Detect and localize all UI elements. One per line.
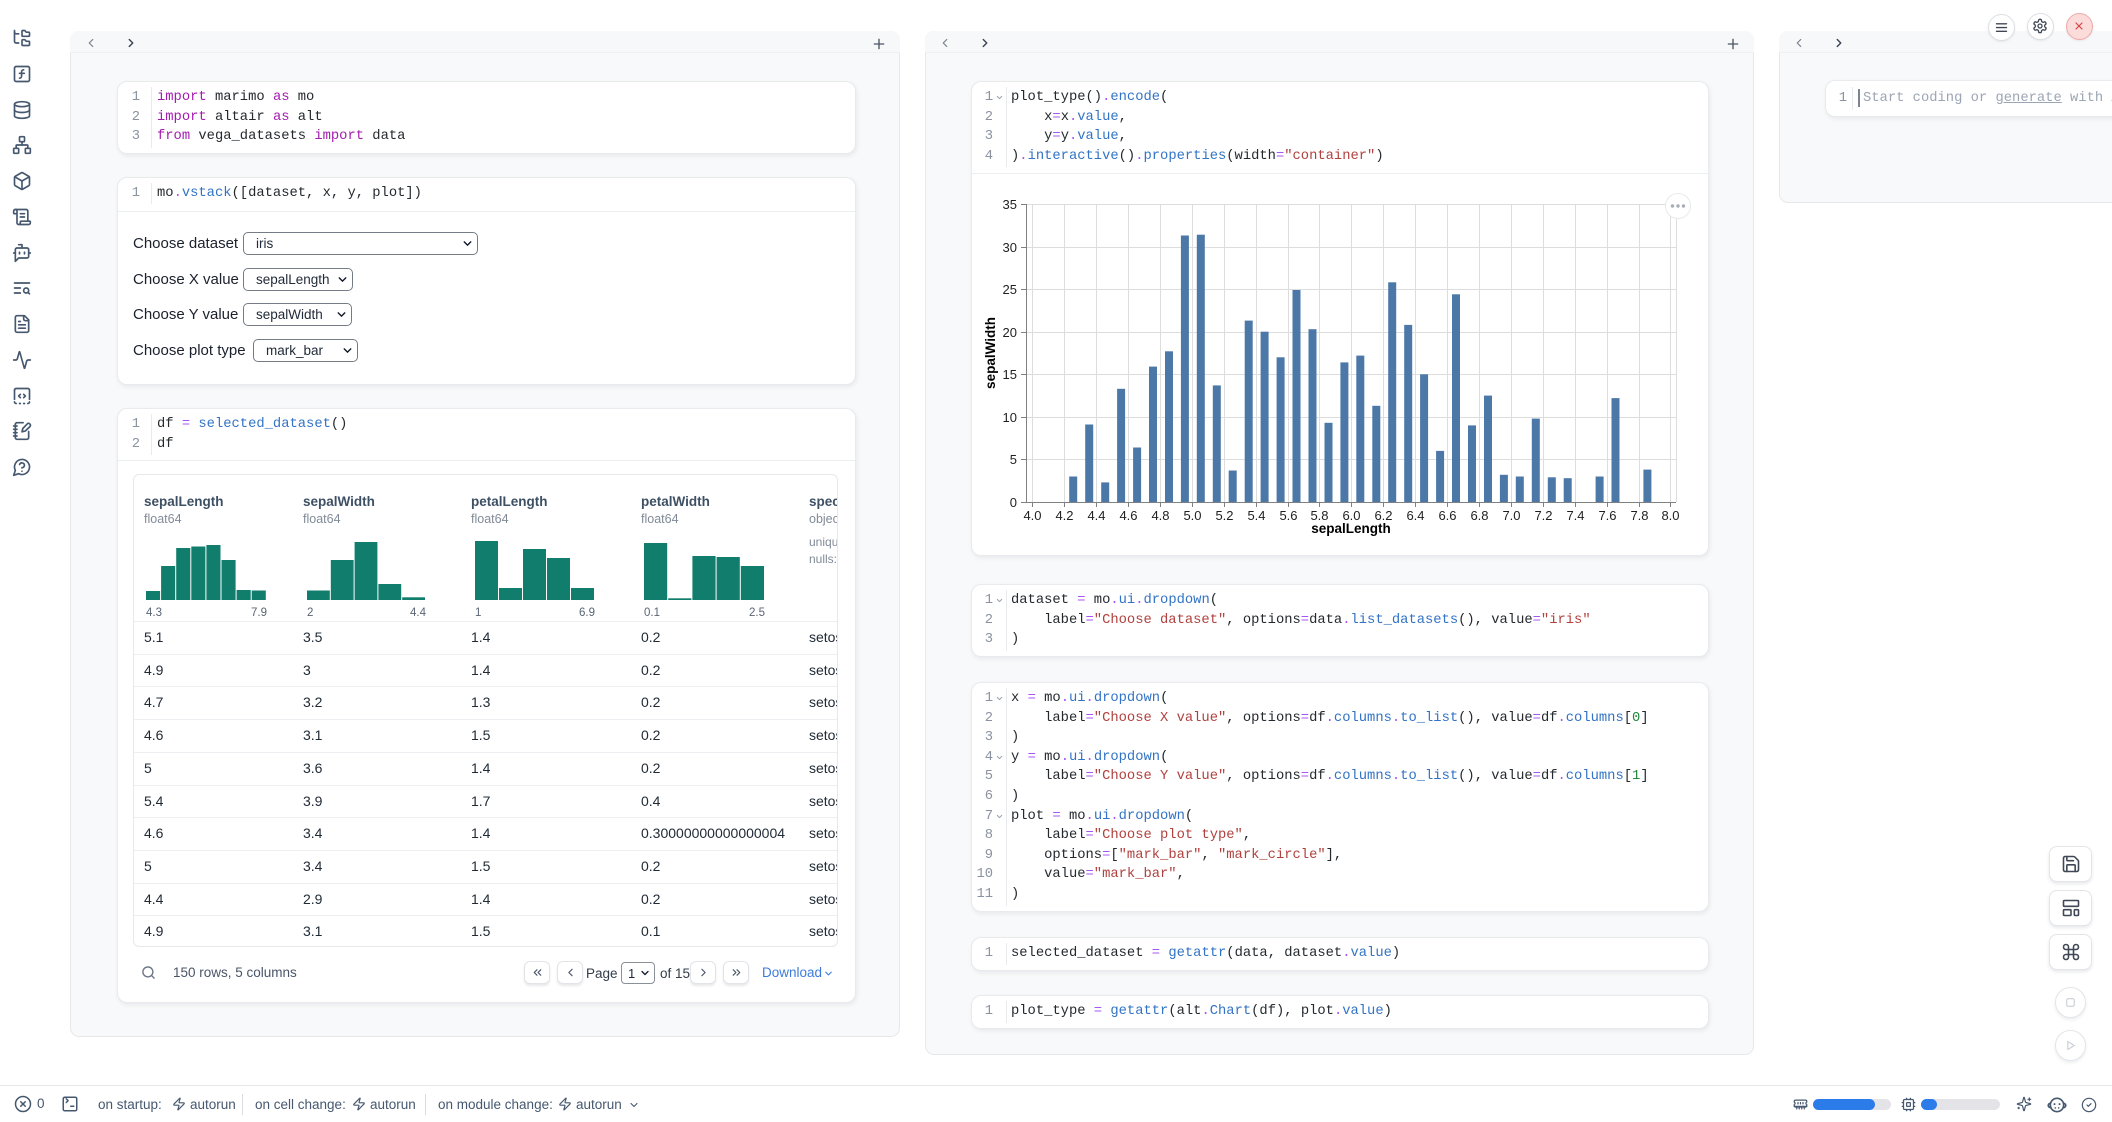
svg-text:5.6: 5.6 bbox=[1279, 508, 1297, 523]
svg-text:5.0: 5.0 bbox=[1183, 508, 1201, 523]
svg-text:6.6: 6.6 bbox=[1438, 508, 1456, 523]
svg-text:35: 35 bbox=[1003, 197, 1017, 212]
svg-text:7.0: 7.0 bbox=[1502, 508, 1520, 523]
svg-text:4.2: 4.2 bbox=[1055, 508, 1073, 523]
svg-text:7.8: 7.8 bbox=[1630, 508, 1648, 523]
svg-text:5: 5 bbox=[1010, 452, 1017, 467]
svg-text:7.2: 7.2 bbox=[1534, 508, 1552, 523]
svg-text:15: 15 bbox=[1003, 367, 1017, 382]
svg-text:6.4: 6.4 bbox=[1406, 508, 1424, 523]
svg-text:4.6: 4.6 bbox=[1119, 508, 1137, 523]
svg-text:5.4: 5.4 bbox=[1247, 508, 1265, 523]
svg-text:5.2: 5.2 bbox=[1215, 508, 1233, 523]
svg-text:4.4: 4.4 bbox=[1087, 508, 1105, 523]
svg-text:4.8: 4.8 bbox=[1151, 508, 1169, 523]
svg-text:7.4: 7.4 bbox=[1566, 508, 1584, 523]
svg-text:0: 0 bbox=[1010, 495, 1017, 510]
svg-text:10: 10 bbox=[1003, 410, 1017, 425]
svg-text:6.8: 6.8 bbox=[1470, 508, 1488, 523]
svg-text:30: 30 bbox=[1003, 240, 1017, 255]
svg-text:8.0: 8.0 bbox=[1661, 508, 1679, 523]
svg-text:sepalLength: sepalLength bbox=[1311, 521, 1391, 536]
svg-text:4.0: 4.0 bbox=[1023, 508, 1041, 523]
svg-text:25: 25 bbox=[1003, 282, 1017, 297]
svg-text:20: 20 bbox=[1003, 325, 1017, 340]
svg-text:sepalWidth: sepalWidth bbox=[983, 317, 998, 389]
svg-text:7.6: 7.6 bbox=[1598, 508, 1616, 523]
